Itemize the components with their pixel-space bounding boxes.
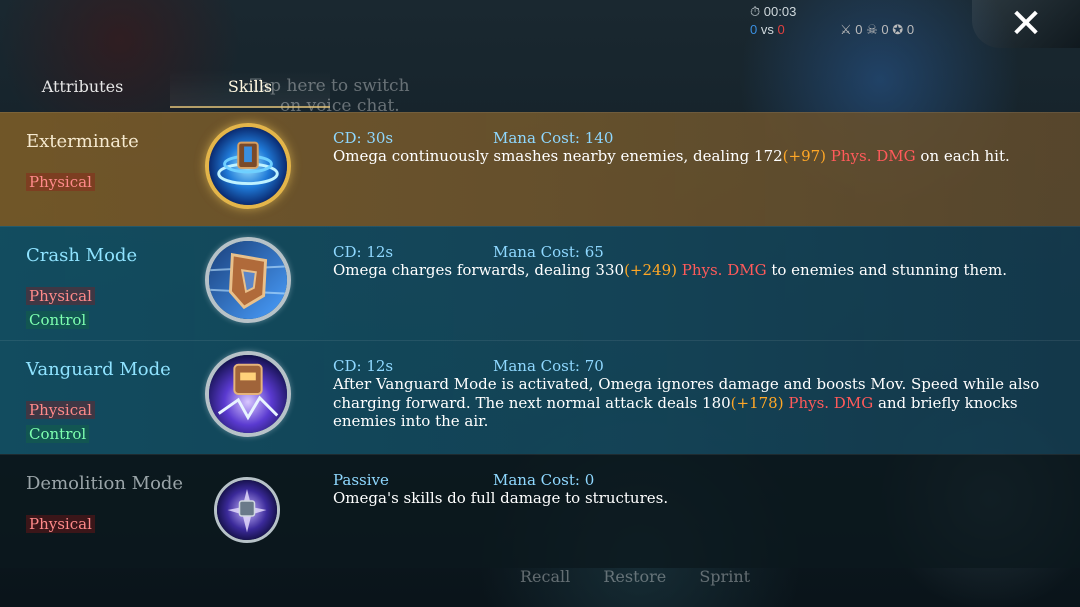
demolition-mode-skill-icon [214,477,280,543]
blue-score: 0 [750,22,758,37]
close-button[interactable]: ✕ [972,0,1080,48]
background-action-labels: Recall Restore Sprint [520,567,778,586]
desc-text: Omega's skills do full damage to structu… [333,489,669,507]
desc-damage-type: Phys. DMG [783,393,874,412]
desc-bonus: (+178) [730,393,784,412]
skill-description: Omega continuously smashes nearby enemie… [333,147,1053,166]
kills-value: 0 [855,22,863,37]
recall-label: Recall [520,567,571,586]
skill-description: Omega charges forwards, dealing 330(+249… [333,261,1053,280]
sprint-label: Sprint [699,567,751,586]
timer-value: 00:03 [763,4,797,19]
skill-description: Omega's skills do full damage to structu… [333,489,1053,508]
team-score: 0 vs 0 [750,22,785,37]
tab-skills[interactable]: Skills [170,70,330,108]
mana-cost-label: Mana Cost: 70 [493,357,604,375]
effect-type-tag: Control [26,311,90,329]
sword-icon: ⚔ [840,22,852,37]
panel-tabs: Attributes Tap here to switch on voice c… [0,70,440,116]
effect-type-tag: Control [26,425,90,443]
mana-cost-label: Mana Cost: 140 [493,129,614,147]
damage-type-tag: Physical [26,287,95,305]
desc-text-end: to enemies and stunning them. [766,261,1008,279]
assist-icon: ✪ [892,22,904,37]
desc-text-end: on each hit. [915,147,1010,165]
mana-cost-label: Mana Cost: 0 [493,471,595,489]
mana-cost-label: Mana Cost: 65 [493,243,604,261]
tab-attributes[interactable]: Attributes [0,70,165,108]
exterminate-skill-icon [205,123,291,209]
desc-damage-type: Phys. DMG [826,147,916,165]
close-icon: ✕ [1009,1,1043,47]
skill-description: After Vanguard Mode is activated, Omega … [333,375,1053,431]
assists-value: 0 [906,22,915,37]
restore-label: Restore [603,567,667,586]
passive-label: Passive [333,471,389,489]
desc-text: Omega continuously smashes nearby enemie… [333,147,783,165]
desc-damage-type: Phys. DMG [676,261,767,279]
skill-name: Demolition Mode [26,473,184,494]
desc-bonus: (+97) [782,147,827,165]
skill-row-vanguard-mode[interactable]: Vanguard Mode Physical Control CD: 12s M… [0,340,1080,454]
crash-mode-skill-icon [205,237,291,323]
skill-row-crash-mode[interactable]: Crash Mode Physical Control CD: 12s Mana… [0,226,1080,340]
match-timer: ⏱ 00:03 [750,4,797,19]
skill-name: Exterminate [26,131,139,152]
desc-bonus: (+249) [624,261,677,279]
cooldown-label: CD: 30s [333,129,394,147]
skill-row-exterminate[interactable]: Exterminate Physical CD: 30s Mana Cost: [0,112,1080,226]
deaths-value: 0 [881,22,889,37]
vs-label: vs [760,22,774,37]
vanguard-mode-skill-icon [205,351,291,437]
damage-type-tag: Physical [26,515,95,533]
kda-readout: ⚔ 0 ☠ 0 ✪ 0 [840,22,914,38]
cooldown-label: CD: 12s [333,357,394,375]
red-score: 0 [777,22,785,37]
top-hud: ⏱ 00:03 0 vs 0 ⚔ 0 ☠ 0 ✪ 0 ✕ [750,0,1080,50]
skill-row-demolition-mode[interactable]: Demolition Mode Physical Passive Mana Co… [0,454,1080,568]
skill-list: Exterminate Physical CD: 30s Mana Cost: [0,112,1080,568]
skill-name: Crash Mode [26,245,138,266]
damage-type-tag: Physical [26,401,95,419]
damage-type-tag: Physical [26,173,95,191]
skill-name: Vanguard Mode [26,359,171,380]
cooldown-label: CD: 12s [333,243,394,261]
desc-text: Omega charges forwards, dealing 330 [333,261,625,279]
skull-icon: ☠ [866,22,878,37]
